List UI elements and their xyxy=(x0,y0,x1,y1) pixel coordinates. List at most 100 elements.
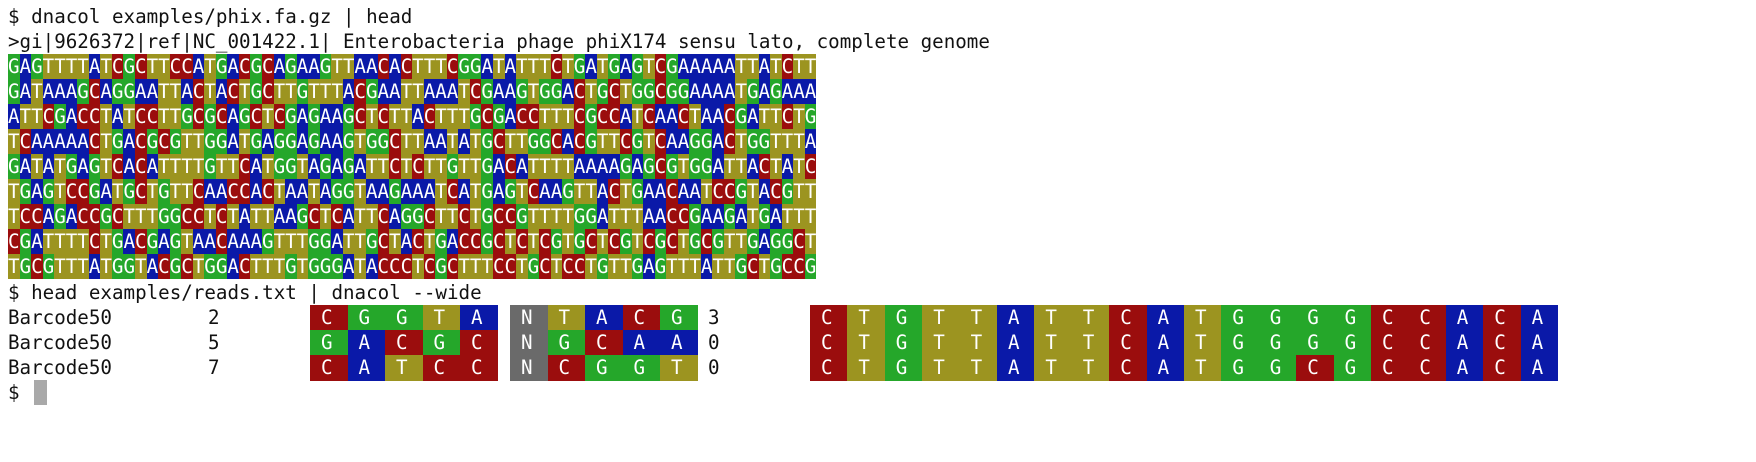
base: T xyxy=(354,179,366,204)
base: G xyxy=(666,54,678,79)
base: T xyxy=(319,204,332,229)
base: T xyxy=(400,129,413,154)
base: T xyxy=(250,254,263,279)
bc1-base: C xyxy=(310,305,348,331)
base: G xyxy=(319,254,332,279)
base: A xyxy=(19,154,32,179)
terminal-window[interactable]: $ dnacol examples/phix.fa.gz | head >gi|… xyxy=(0,0,1756,462)
base: A xyxy=(77,154,89,179)
base: A xyxy=(42,154,55,179)
base: G xyxy=(31,54,43,79)
read-count: 5 xyxy=(208,331,220,354)
bc1-base: A xyxy=(460,305,498,331)
base: C xyxy=(793,254,805,279)
command-line-2: $ head examples/reads.txt | dnacol --wid… xyxy=(8,281,482,304)
base: A xyxy=(31,129,43,154)
base: G xyxy=(250,79,263,104)
base: T xyxy=(781,129,794,154)
base: T xyxy=(469,179,482,204)
base: G xyxy=(42,179,55,204)
base: G xyxy=(204,129,216,154)
base: C xyxy=(135,229,147,254)
base: T xyxy=(550,154,563,179)
base: C xyxy=(608,179,620,204)
base: G xyxy=(608,54,620,79)
base: T xyxy=(389,104,401,129)
base: A xyxy=(758,179,771,204)
bc1-base: G xyxy=(347,305,385,331)
base: A xyxy=(146,79,159,104)
read-base: G xyxy=(884,355,923,381)
base: T xyxy=(100,129,112,154)
base: G xyxy=(215,54,228,79)
base: G xyxy=(342,129,355,154)
base: T xyxy=(192,154,205,179)
base: A xyxy=(31,179,43,204)
base: A xyxy=(700,104,713,129)
base: A xyxy=(481,54,493,79)
base: C xyxy=(573,254,586,279)
base: G xyxy=(308,229,320,254)
read-base: T xyxy=(1071,330,1110,356)
base: T xyxy=(585,79,597,104)
base: C xyxy=(192,104,205,129)
base: C xyxy=(273,104,286,129)
base: G xyxy=(42,254,55,279)
base: G xyxy=(781,229,794,254)
base: G xyxy=(758,204,771,229)
bc2-base: A xyxy=(585,305,623,331)
read-base: T xyxy=(1034,305,1072,331)
read-base: A xyxy=(997,305,1035,331)
base: A xyxy=(365,179,378,204)
base: C xyxy=(654,54,667,79)
base: C xyxy=(77,179,89,204)
base: T xyxy=(689,254,701,279)
base: C xyxy=(308,204,320,229)
base: G xyxy=(250,54,263,79)
read-base: C xyxy=(1408,355,1446,381)
base: C xyxy=(135,154,147,179)
base: T xyxy=(608,204,620,229)
sequence-line: TCCAGACCGCTTTGGCCTCTATTAAGCTCATTCAGGCTTC… xyxy=(8,204,816,229)
base: A xyxy=(723,79,736,104)
base: A xyxy=(342,204,355,229)
base: T xyxy=(412,254,424,279)
bc2-base: N xyxy=(510,355,548,381)
base: G xyxy=(619,229,632,254)
base: A xyxy=(54,79,66,104)
base: T xyxy=(793,54,805,79)
sequence-line: CGATTTTCTGACGAGTAACAAAGTTTGGATTGCTACTGAC… xyxy=(8,229,816,254)
read-base: G xyxy=(1221,305,1259,331)
base: G xyxy=(631,254,644,279)
read-base: C xyxy=(1371,355,1409,381)
base: A xyxy=(308,154,320,179)
base: G xyxy=(492,104,505,129)
base: C xyxy=(412,154,424,179)
sequence-line: ATTCGACCTATCCTTGCGCAGCTCGAGAAGCTCTTACTTT… xyxy=(8,104,816,129)
base: A xyxy=(65,129,78,154)
base: C xyxy=(677,104,690,129)
base: C xyxy=(527,179,540,204)
base: C xyxy=(770,179,782,204)
base: A xyxy=(677,129,690,154)
base: C xyxy=(377,104,390,129)
base: A xyxy=(712,54,724,79)
base: T xyxy=(111,179,124,204)
base: G xyxy=(100,204,112,229)
base: A xyxy=(146,254,159,279)
base: G xyxy=(550,79,563,104)
base: T xyxy=(735,129,748,154)
base: G xyxy=(596,79,609,104)
base: G xyxy=(77,79,89,104)
base: A xyxy=(446,79,459,104)
read-base: C xyxy=(810,330,848,356)
base: T xyxy=(793,104,805,129)
bc1-base: G xyxy=(422,330,460,356)
base: C xyxy=(88,104,101,129)
read-base: T xyxy=(922,330,960,356)
base: G xyxy=(516,204,528,229)
base: T xyxy=(481,254,493,279)
bc1-base: C xyxy=(460,355,498,381)
base: C xyxy=(19,204,32,229)
base: A xyxy=(135,79,147,104)
